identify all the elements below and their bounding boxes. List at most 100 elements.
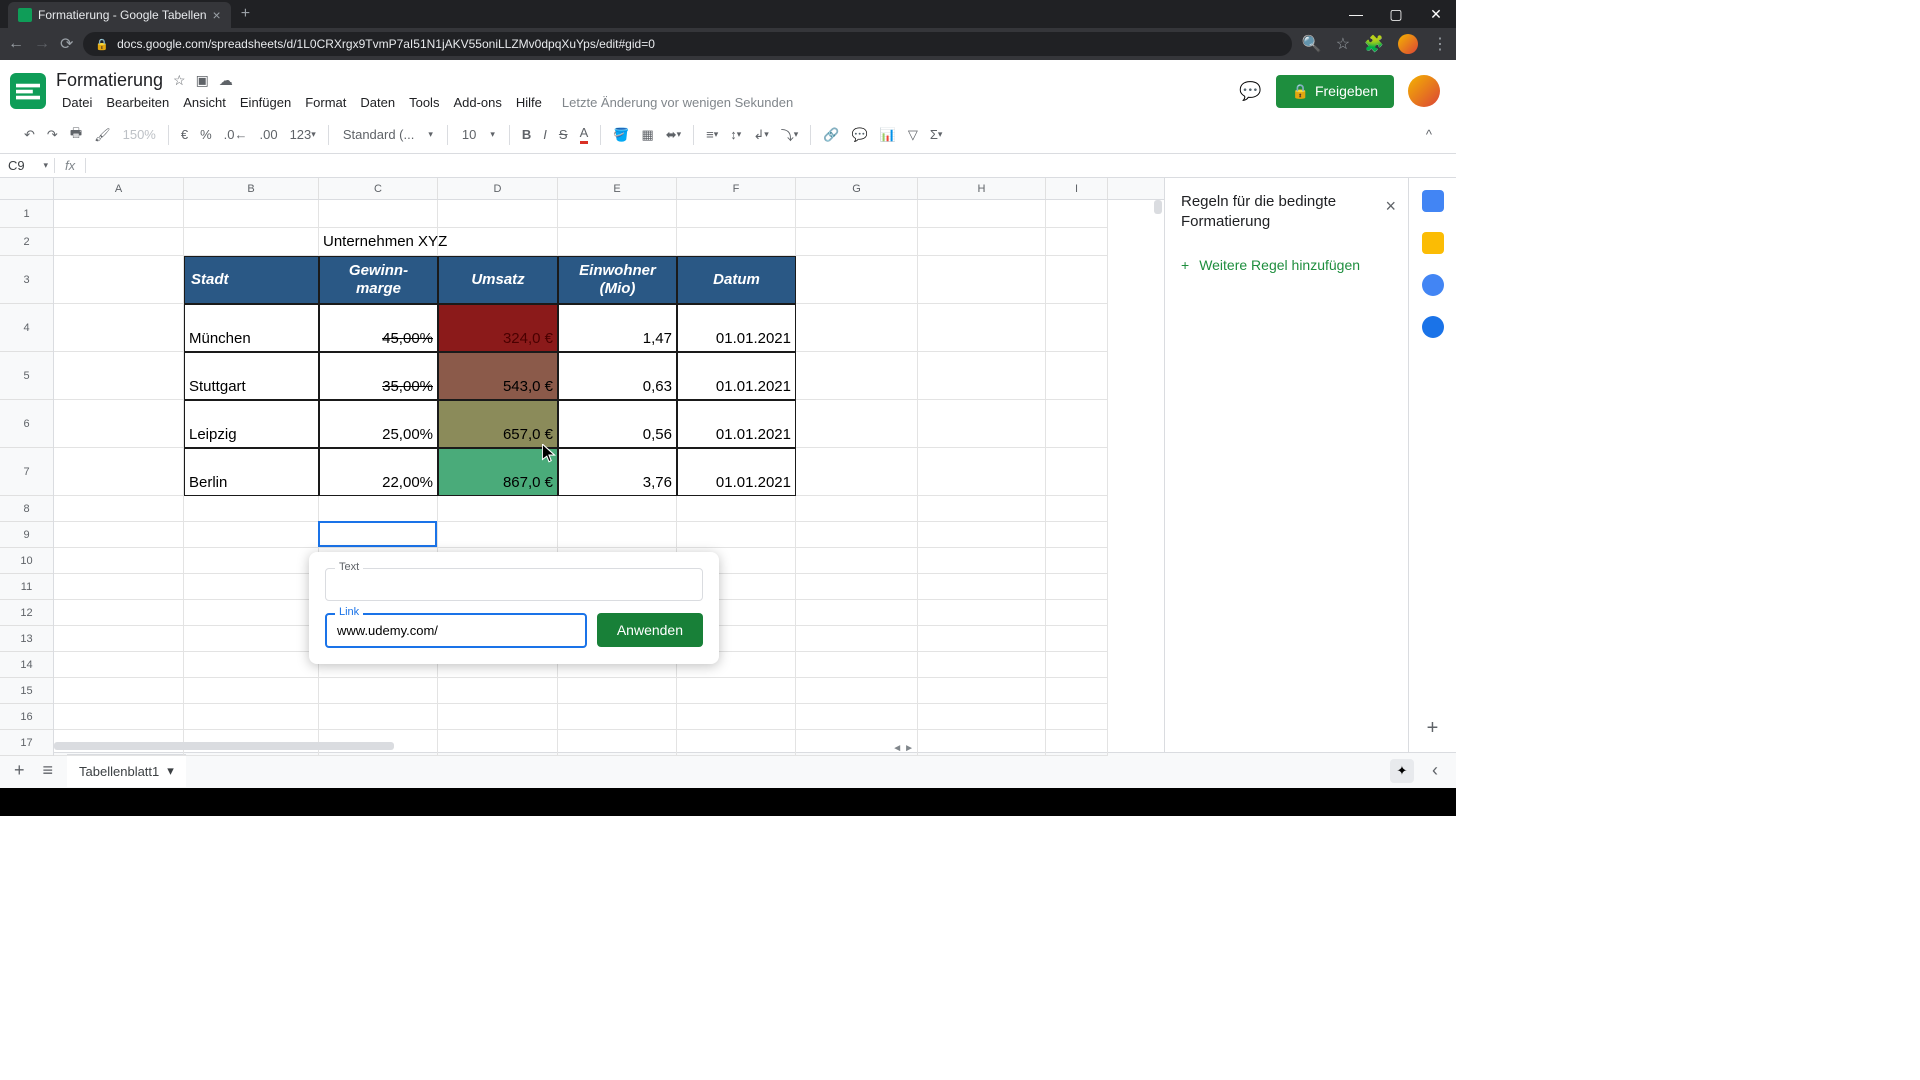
row-header-17[interactable]: 17: [0, 730, 53, 756]
link-text-input[interactable]: [325, 568, 703, 601]
document-title[interactable]: Formatierung: [56, 70, 163, 91]
cell-einwohner-4[interactable]: 3,76: [558, 448, 677, 496]
zoom-select[interactable]: 150%: [119, 127, 160, 142]
merge-button[interactable]: ⬌▾: [662, 123, 685, 147]
maximize-button[interactable]: ▢: [1376, 6, 1416, 23]
explore-button[interactable]: ✦: [1390, 759, 1414, 783]
column-header-C[interactable]: C: [319, 178, 438, 199]
cell-datum-1[interactable]: 01.01.2021: [677, 304, 796, 352]
menu-daten[interactable]: Daten: [354, 93, 401, 112]
show-side-panel-icon[interactable]: ‹: [1424, 760, 1446, 781]
bold-button[interactable]: B: [518, 123, 535, 146]
collapse-toolbar-button[interactable]: ^: [1422, 123, 1436, 146]
strikethrough-button[interactable]: S: [555, 123, 572, 146]
comment-button[interactable]: 💬: [848, 123, 872, 147]
add-sheet-button[interactable]: +: [10, 760, 29, 781]
currency-button[interactable]: €: [177, 123, 192, 146]
header-marge[interactable]: Gewinn- marge: [319, 256, 438, 304]
row-header-9[interactable]: 9: [0, 522, 53, 548]
add-rule-button[interactable]: + Weitere Regel hinzufügen: [1181, 257, 1392, 273]
new-tab-button[interactable]: +: [231, 5, 260, 23]
cell-umsatz-1[interactable]: 324,0 €: [438, 304, 558, 352]
menu-hilfe[interactable]: Hilfe: [510, 93, 548, 112]
row-header-3[interactable]: 3: [0, 256, 53, 304]
filter-button[interactable]: ▽: [904, 123, 922, 147]
back-button[interactable]: ←: [8, 35, 24, 53]
reload-button[interactable]: ⟳: [60, 34, 73, 54]
link-button[interactable]: 🔗: [819, 123, 843, 147]
column-header-B[interactable]: B: [184, 178, 319, 199]
close-panel-icon[interactable]: ×: [1385, 196, 1396, 217]
cell-marge-3[interactable]: 25,00%: [319, 400, 438, 448]
header-umsatz[interactable]: Umsatz: [438, 256, 558, 304]
last-edit-text[interactable]: Letzte Änderung vor wenigen Sekunden: [556, 93, 799, 112]
close-window-button[interactable]: ✕: [1416, 6, 1456, 23]
spreadsheet-grid[interactable]: ABCDEFGHI 1234567891011121314151617 Unte…: [0, 178, 1164, 752]
all-sheets-button[interactable]: ≡: [39, 760, 58, 781]
menu-ansicht[interactable]: Ansicht: [177, 93, 232, 112]
column-header-H[interactable]: H: [918, 178, 1046, 199]
row-header-15[interactable]: 15: [0, 678, 53, 704]
close-tab-icon[interactable]: ×: [213, 7, 221, 23]
share-button[interactable]: 🔒 Freigeben: [1276, 75, 1394, 108]
link-url-input[interactable]: [325, 613, 587, 648]
add-addon-icon[interactable]: +: [1427, 717, 1439, 740]
column-header-E[interactable]: E: [558, 178, 677, 199]
cell-datum-4[interactable]: 01.01.2021: [677, 448, 796, 496]
row-header-1[interactable]: 1: [0, 200, 53, 228]
column-header-F[interactable]: F: [677, 178, 796, 199]
menu-add-ons[interactable]: Add-ons: [447, 93, 507, 112]
vertical-scrollbar[interactable]: [1154, 200, 1162, 214]
cell-umsatz-2[interactable]: 543,0 €: [438, 352, 558, 400]
star-doc-icon[interactable]: ☆: [173, 72, 186, 89]
cell-datum-3[interactable]: 01.01.2021: [677, 400, 796, 448]
sheet-tab-menu-icon[interactable]: ▾: [167, 763, 174, 779]
sheets-logo-icon[interactable]: [10, 73, 46, 109]
paint-format-button[interactable]: 🖌: [90, 123, 115, 147]
sheet-nav-arrows[interactable]: ◄►: [892, 743, 914, 754]
cell-stadt-2[interactable]: Stuttgart: [184, 352, 319, 400]
forward-button[interactable]: →: [34, 35, 50, 53]
zoom-icon[interactable]: 🔍: [1302, 34, 1322, 54]
kebab-menu-icon[interactable]: ⋮: [1432, 34, 1448, 54]
menu-einfügen[interactable]: Einfügen: [234, 93, 297, 112]
tasks-icon[interactable]: [1422, 274, 1444, 296]
calendar-icon[interactable]: [1422, 190, 1444, 212]
cell-marge-4[interactable]: 22,00%: [319, 448, 438, 496]
italic-button[interactable]: I: [539, 123, 551, 146]
row-header-2[interactable]: 2: [0, 228, 53, 256]
text-color-button[interactable]: A: [576, 121, 593, 148]
cell-einwohner-3[interactable]: 0,56: [558, 400, 677, 448]
redo-button[interactable]: ↷: [43, 123, 62, 147]
row-header-6[interactable]: 6: [0, 400, 53, 448]
horizontal-scrollbar[interactable]: [54, 742, 394, 750]
print-button[interactable]: 🖶: [66, 120, 86, 150]
row-header-7[interactable]: 7: [0, 448, 53, 496]
star-icon[interactable]: ☆: [1336, 34, 1350, 54]
cell-umsatz-4[interactable]: 867,0 €: [438, 448, 558, 496]
cell-umsatz-3[interactable]: 657,0 €: [438, 400, 558, 448]
row-header-5[interactable]: 5: [0, 352, 53, 400]
cell-stadt-3[interactable]: Leipzig: [184, 400, 319, 448]
column-header-A[interactable]: A: [54, 178, 184, 199]
valign-button[interactable]: ↕▾: [726, 123, 745, 146]
cell-stadt-1[interactable]: München: [184, 304, 319, 352]
fill-color-button[interactable]: 🪣: [609, 123, 633, 147]
column-header-I[interactable]: I: [1046, 178, 1108, 199]
cell-datum-2[interactable]: 01.01.2021: [677, 352, 796, 400]
address-bar[interactable]: 🔒 docs.google.com/spreadsheets/d/1L0CRXr…: [83, 32, 1291, 56]
sheet-tab-1[interactable]: Tabellenblatt1 ▾: [67, 754, 186, 787]
move-doc-icon[interactable]: ▣: [196, 72, 209, 89]
halign-button[interactable]: ≡▾: [702, 123, 722, 146]
undo-button[interactable]: ↶: [20, 123, 39, 147]
row-header-16[interactable]: 16: [0, 704, 53, 730]
header-stadt[interactable]: Stadt: [184, 256, 319, 304]
minimize-button[interactable]: —: [1336, 6, 1376, 23]
rotate-button[interactable]: ⤵▾: [777, 121, 803, 148]
row-header-4[interactable]: 4: [0, 304, 53, 352]
cell-stadt-4[interactable]: Berlin: [184, 448, 319, 496]
row-header-12[interactable]: 12: [0, 600, 53, 626]
menu-bearbeiten[interactable]: Bearbeiten: [100, 93, 175, 112]
header-datum[interactable]: Datum: [677, 256, 796, 304]
cell-marge-1[interactable]: 45,00%: [319, 304, 438, 352]
